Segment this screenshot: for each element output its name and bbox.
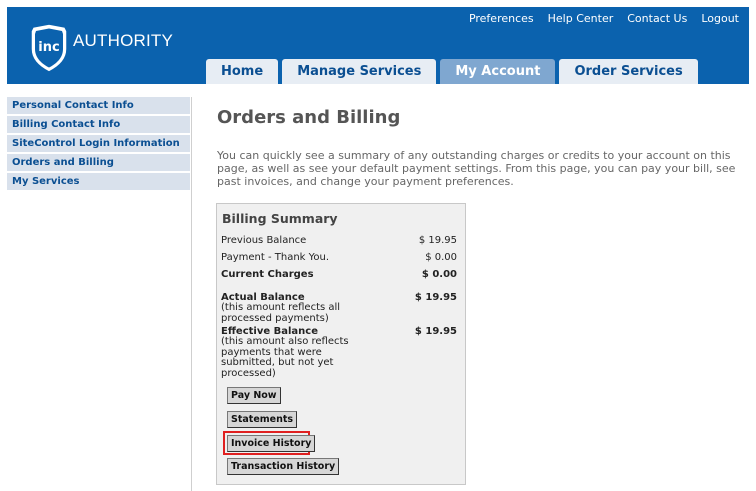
pay-now-button[interactable]: Pay Now: [227, 387, 281, 404]
logo[interactable]: inc AUTHORITY: [27, 23, 173, 73]
invoice-history-button[interactable]: Invoice History: [227, 435, 316, 452]
contact-us-link[interactable]: Contact Us: [627, 12, 687, 25]
transaction-history-button[interactable]: Transaction History: [227, 458, 340, 475]
effective-balance-amount: $ 19.95: [414, 326, 457, 337]
sidebar-divider: [191, 97, 192, 491]
svg-text:inc: inc: [38, 40, 59, 55]
payment-label: Payment - Thank You.: [221, 252, 330, 263]
previous-balance-amount: $ 19.95: [418, 235, 457, 246]
current-charges-label: Current Charges: [221, 269, 314, 280]
actual-balance-note: (this amount reflects all processed paym…: [221, 302, 341, 324]
sidebar-item-billing-contact-info[interactable]: Billing Contact Info: [7, 116, 190, 133]
statements-button[interactable]: Statements: [227, 411, 298, 428]
sidebar-item-my-services[interactable]: My Services: [7, 173, 190, 190]
tab-order-services[interactable]: Order Services: [559, 59, 698, 84]
tab-my-account[interactable]: My Account: [440, 59, 556, 84]
tab-manage-services[interactable]: Manage Services: [282, 59, 437, 84]
sidebar: Personal Contact Info Billing Contact In…: [7, 97, 190, 192]
help-center-link[interactable]: Help Center: [548, 12, 614, 25]
site-header: Preferences Help Center Contact Us Logou…: [7, 7, 749, 84]
billing-summary-title: Billing Summary: [222, 211, 338, 226]
intro-text: You can quickly see a summary of any out…: [217, 149, 736, 188]
main-tabs: Home Manage Services My Account Order Se…: [206, 59, 698, 84]
page-title: Orders and Billing: [217, 107, 401, 128]
previous-balance-label: Previous Balance: [221, 235, 307, 246]
effective-balance-note: (this amount also reflects payments that…: [221, 336, 349, 379]
preferences-link[interactable]: Preferences: [469, 12, 534, 25]
sidebar-item-orders-and-billing[interactable]: Orders and Billing: [7, 154, 190, 171]
actual-balance-amount: $ 19.95: [414, 292, 457, 303]
tab-home[interactable]: Home: [206, 59, 279, 84]
payment-amount: $ 0.00: [425, 252, 457, 263]
sidebar-item-sitecontrol-login[interactable]: SiteControl Login Information: [7, 135, 190, 152]
billing-summary-panel: Billing Summary Previous Balance $ 19.95…: [216, 203, 466, 485]
shield-badge-icon: inc: [30, 23, 68, 73]
current-charges-amount: $ 0.00: [421, 269, 457, 280]
top-links: Preferences Help Center Contact Us Logou…: [469, 12, 739, 25]
sidebar-item-personal-contact-info[interactable]: Personal Contact Info: [7, 97, 190, 114]
logout-link[interactable]: Logout: [701, 12, 739, 25]
logo-text: AUTHORITY: [73, 31, 174, 50]
